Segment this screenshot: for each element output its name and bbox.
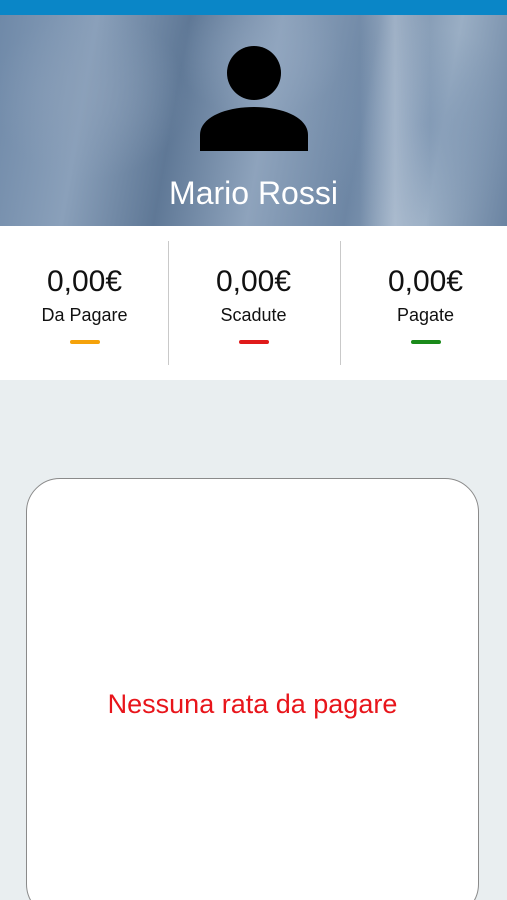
summary-label: Pagate bbox=[396, 305, 455, 325]
user-silhouette-icon bbox=[200, 46, 308, 151]
summary-amount: 0,00€ bbox=[46, 265, 123, 298]
app-screen: Mario Rossi 0,00€ Da Pagare 0,00€ Scadut… bbox=[0, 0, 507, 900]
summary-label: Scadute bbox=[220, 305, 287, 325]
payment-summary: 0,00€ Da Pagare 0,00€ Scadute 0,00€ Paga… bbox=[0, 226, 507, 380]
user-name: Mario Rossi bbox=[169, 175, 338, 211]
summary-indicator-bar bbox=[69, 340, 100, 344]
empty-installments-message: Nessuna rata da pagare bbox=[107, 689, 398, 719]
summary-label: Da Pagare bbox=[41, 305, 128, 325]
profile-header: Mario Rossi bbox=[0, 15, 507, 226]
summary-amount: 0,00€ bbox=[215, 265, 292, 298]
installments-card: Nessuna rata da pagare bbox=[26, 478, 479, 900]
summary-indicator-bar bbox=[238, 340, 269, 344]
summary-amount: 0,00€ bbox=[387, 265, 464, 298]
summary-to-pay[interactable]: 0,00€ Da Pagare bbox=[0, 226, 169, 380]
status-bar bbox=[0, 0, 507, 15]
summary-overdue[interactable]: 0,00€ Scadute bbox=[169, 226, 338, 380]
summary-paid[interactable]: 0,00€ Pagate bbox=[341, 226, 507, 380]
summary-indicator-bar bbox=[410, 340, 441, 344]
